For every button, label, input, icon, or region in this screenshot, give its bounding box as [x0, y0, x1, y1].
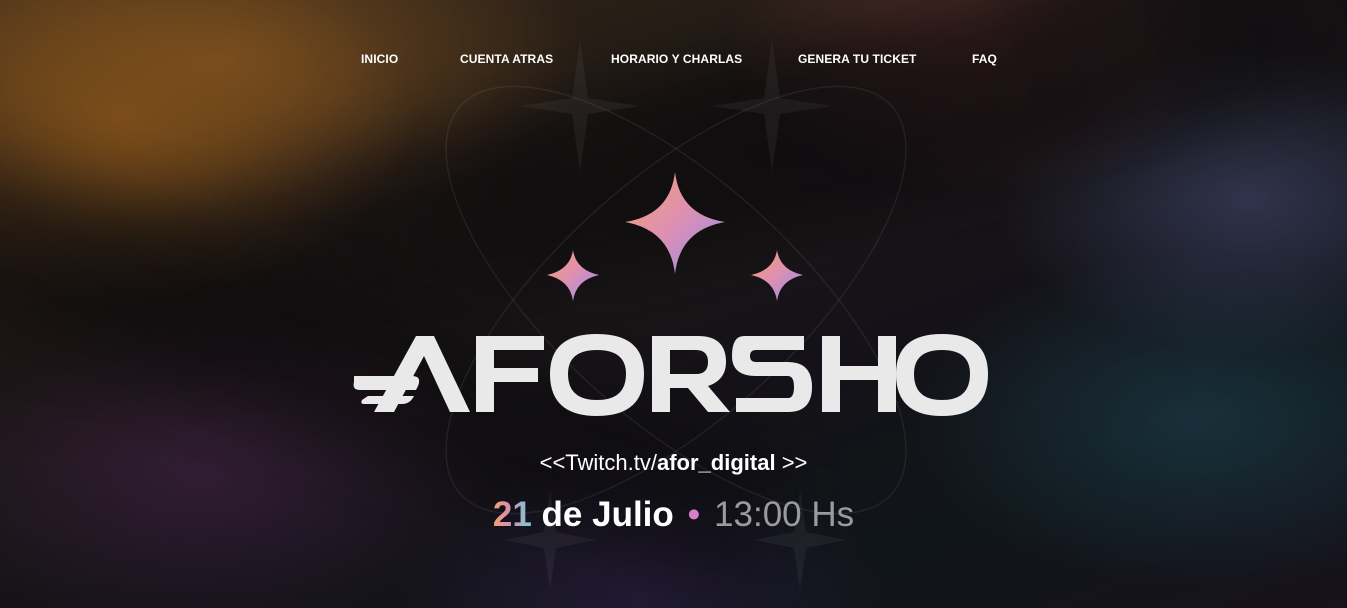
event-month: de Julio	[541, 495, 674, 534]
twitch-prefix: <<Twitch.tv/	[539, 450, 657, 475]
event-day: 21	[492, 495, 532, 534]
twitch-link-line: <<Twitch.tv/afor_digital >>	[0, 450, 1347, 476]
small-star-left-icon	[547, 250, 599, 301]
event-date: 21 de Julio • 13:00 Hs	[0, 495, 1347, 535]
small-star-right-icon	[751, 250, 803, 301]
large-star-icon	[625, 172, 725, 274]
date-separator: •	[687, 495, 701, 534]
twitch-link[interactable]: <<Twitch.tv/afor_digital >>	[540, 450, 808, 475]
twitch-suffix: >>	[775, 450, 808, 475]
twitch-handle: afor_digital	[657, 450, 776, 475]
event-time: 13:00 Hs	[714, 495, 855, 534]
aforshow-logo	[353, 334, 988, 416]
